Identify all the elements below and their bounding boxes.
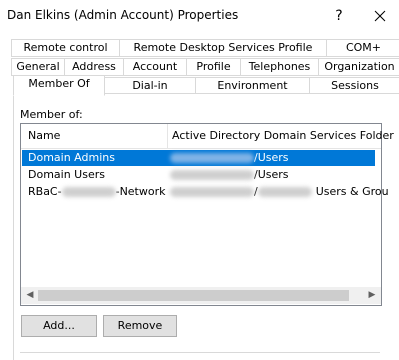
tab-remote-desktop-services-profile[interactable]: Remote Desktop Services Profile (119, 39, 327, 57)
close-icon (374, 10, 386, 22)
row-name: RBaC- -Network (28, 184, 166, 200)
row-name-suffix: -Network (115, 185, 166, 198)
row-name-prefix: RBaC- (28, 185, 62, 198)
list-row-domain-admins[interactable]: Domain Admins /Users (22, 150, 375, 166)
tab-remote-control[interactable]: Remote control (11, 39, 120, 57)
title-bar: Dan Elkins (Admin Account) Properties ? (0, 0, 399, 32)
list-row-rbac-network[interactable]: RBaC- -Network / Users & Grou (22, 184, 389, 200)
redacted-text (257, 187, 312, 197)
list-header: Name Active Directory Domain Services Fo… (21, 124, 394, 149)
tab-telephones[interactable]: Telephones (240, 58, 319, 76)
tab-address[interactable]: Address (64, 58, 124, 76)
remove-button[interactable]: Remove (103, 315, 177, 337)
tab-member-of[interactable]: Member Of (13, 75, 105, 96)
row-folder: /Users (170, 150, 289, 166)
tab-general[interactable]: General (11, 58, 65, 76)
redacted-text (61, 187, 116, 197)
window-title: Dan Elkins (Admin Account) Properties (7, 8, 239, 22)
redacted-text (170, 187, 254, 197)
member-of-list[interactable]: Name Active Directory Domain Services Fo… (20, 123, 394, 306)
row-folder-suffix: Users & Grou (315, 185, 389, 198)
list-row-domain-users[interactable]: Domain Users /Users (22, 167, 375, 183)
column-separator[interactable] (167, 124, 168, 148)
horizontal-scrollbar[interactable]: ◀ ▶ (21, 287, 381, 304)
member-of-label: Member of: (20, 108, 83, 121)
row-folder: /Users (170, 167, 289, 183)
row-name: Domain Users (28, 168, 105, 181)
add-button[interactable]: Add... (21, 315, 97, 337)
close-button[interactable] (366, 4, 394, 28)
row-name: Domain Admins (28, 151, 115, 164)
row-folder-suffix: /Users (254, 168, 289, 181)
redacted-text (170, 153, 254, 163)
scroll-left-icon[interactable]: ◀ (24, 290, 36, 302)
divider (20, 352, 380, 353)
column-header-name[interactable]: Name (28, 129, 60, 142)
tab-com-plus[interactable]: COM+ (326, 39, 399, 57)
tab-account[interactable]: Account (123, 58, 187, 76)
row-folder-suffix: /Users (254, 151, 289, 164)
scroll-right-icon[interactable]: ▶ (366, 290, 378, 302)
tab-profile[interactable]: Profile (186, 58, 241, 76)
scrollbar-thumb[interactable] (38, 290, 349, 301)
help-icon: ? (335, 8, 343, 24)
help-button[interactable]: ? (325, 4, 353, 28)
tab-organization[interactable]: Organization (318, 58, 399, 76)
row-folder: / Users & Grou (170, 184, 389, 200)
column-header-folder[interactable]: Active Directory Domain Services Folder (172, 129, 394, 142)
redacted-text (170, 170, 254, 180)
